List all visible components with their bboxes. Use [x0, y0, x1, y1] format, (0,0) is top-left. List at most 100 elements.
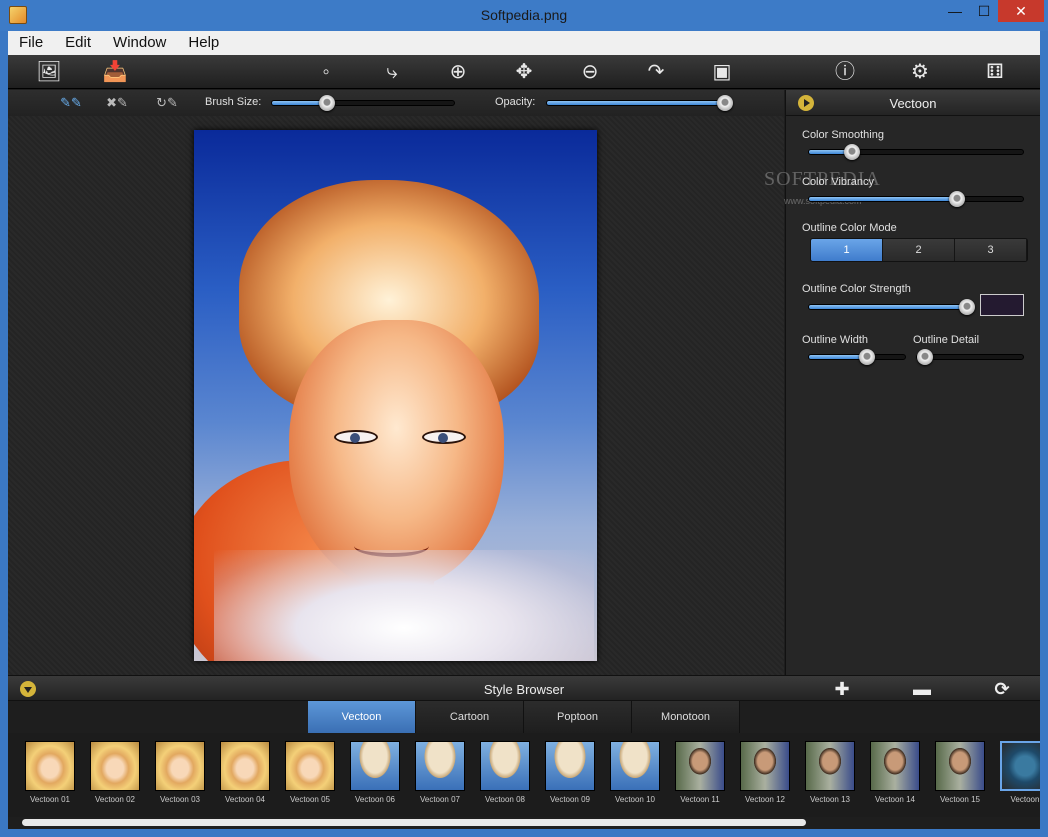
style-thumbnail[interactable]: Vectoon 07	[415, 741, 465, 804]
color-vibrancy-slider[interactable]	[808, 191, 1024, 207]
remove-style-icon[interactable]: ▬	[910, 678, 934, 700]
style-thumbnail[interactable]: Vectoon 03	[155, 741, 205, 804]
outline-color-strength-slider[interactable]	[808, 299, 975, 315]
style-thumbnail[interactable]: Vectoon 13	[805, 741, 855, 804]
panel-header: Vectoon	[786, 90, 1040, 116]
slider-knob[interactable]	[858, 349, 875, 365]
menu-help[interactable]: Help	[177, 31, 230, 55]
menu-file[interactable]: File	[8, 31, 54, 55]
style-thumbnail[interactable]: Vectoon 09	[545, 741, 595, 804]
style-thumbnail[interactable]: Vectoon 14	[870, 741, 920, 804]
opacity-slider[interactable]	[546, 95, 733, 111]
thumbnail-image	[480, 741, 530, 791]
style-thumbnail[interactable]: Vectoon 10	[610, 741, 660, 804]
toolbar: 🖼 📥 ◦ ⤷ ⊕ ✥ ⊖ ↷ ▣ ⓘ ⚙ ⚅	[8, 55, 1040, 89]
style-thumbnail[interactable]: Vectoon 05	[285, 741, 335, 804]
zoom-in-icon[interactable]: ⊕	[443, 59, 473, 85]
window-title: Softpedia.png	[480, 7, 568, 23]
paint-brush-icon[interactable]: ✎✎	[54, 94, 88, 112]
thumbnail-caption: Vectoon 06	[354, 795, 396, 804]
slider-knob[interactable]	[318, 95, 335, 111]
thumbnail-caption: Vectoon 02	[94, 795, 136, 804]
thumbnail-image	[350, 741, 400, 791]
slider-knob[interactable]	[717, 95, 733, 111]
color-smoothing-slider[interactable]	[808, 144, 1024, 160]
photo-preview[interactable]	[194, 130, 597, 661]
style-thumbnail[interactable]: Vectoon 11	[675, 741, 725, 804]
minimize-button[interactable]: —	[940, 0, 970, 22]
outline-mode-3-button[interactable]: 3	[955, 239, 1027, 261]
maximize-button[interactable]: ☐	[970, 0, 998, 22]
fit-image-icon[interactable]: ▣	[707, 59, 737, 85]
open-image-icon[interactable]: 🖼	[34, 59, 64, 85]
style-thumbnail[interactable]: Vectoon 06	[350, 741, 400, 804]
thumbnail-image	[545, 741, 595, 791]
redo-icon[interactable]: ↷	[641, 59, 671, 85]
save-icon[interactable]: 📥	[100, 59, 130, 85]
restore-brush-icon[interactable]: ↻✎	[150, 94, 184, 112]
slider-knob[interactable]	[843, 144, 860, 160]
slider-knob[interactable]	[917, 349, 934, 365]
crop-icon[interactable]: ◦	[311, 59, 341, 85]
move-icon[interactable]: ✥	[509, 59, 539, 85]
thumbnail-image	[935, 741, 985, 791]
thumbnail-caption: Vectoon 09	[549, 795, 591, 804]
style-thumbnail[interactable]: Vectoon	[1000, 741, 1040, 804]
zoom-out-icon[interactable]: ⊖	[575, 59, 605, 85]
erase-brush-icon[interactable]: ✖✎	[100, 94, 134, 112]
image-canvas[interactable]	[8, 116, 784, 675]
menu-window[interactable]: Window	[102, 31, 177, 55]
thumbnail-caption: Vectoon 14	[874, 795, 916, 804]
slider-knob[interactable]	[959, 299, 975, 315]
thumbnail-caption: Vectoon 05	[289, 795, 331, 804]
thumbnail-image	[870, 741, 920, 791]
style-thumbnail[interactable]: Vectoon 08	[480, 741, 530, 804]
slider-knob[interactable]	[948, 191, 965, 207]
tab-monotoon[interactable]: Monotoon	[632, 701, 740, 733]
style-thumbnail[interactable]: Vectoon 01	[25, 741, 75, 804]
app-area: 🖼 📥 ◦ ⤷ ⊕ ✥ ⊖ ↷ ▣ ⓘ ⚙ ⚅ ✎✎ ✖✎ ↻✎ Brush S…	[8, 55, 1040, 829]
style-thumbnail[interactable]: Vectoon 04	[220, 741, 270, 804]
thumbnail-caption: Vectoon 01	[29, 795, 71, 804]
thumbnail-caption: Vectoon 11	[680, 795, 720, 804]
style-thumbnail-strip: Vectoon 01 Vectoon 02 Vectoon 03 Vectoon 04…	[8, 733, 1040, 817]
brush-size-label: Brush Size:	[205, 96, 262, 108]
brush-icon[interactable]: ⤷	[377, 59, 407, 85]
close-button[interactable]: ✕	[998, 0, 1044, 22]
tab-cartoon[interactable]: Cartoon	[416, 701, 524, 733]
thumbnail-caption: Vectoon 13	[809, 795, 851, 804]
outline-color-swatch[interactable]	[980, 294, 1024, 316]
settings-icon[interactable]: ⚙	[905, 59, 935, 85]
tab-poptoon[interactable]: Poptoon	[524, 701, 632, 733]
outline-color-strength-label: Outline Color Strength	[802, 283, 911, 295]
outline-width-slider[interactable]	[808, 349, 906, 365]
add-style-icon[interactable]: ✚	[830, 678, 854, 700]
brush-size-slider[interactable]	[271, 95, 455, 111]
horizontal-scrollbar[interactable]	[22, 819, 806, 826]
style-thumbnail[interactable]: Vectoon 15	[935, 741, 985, 804]
vectoon-settings-panel: Vectoon Color Smoothing SOFTPEDIA www.so…	[764, 90, 1040, 675]
dice-icon[interactable]: ⚅	[980, 59, 1010, 85]
thumbnail-image	[805, 741, 855, 791]
thumbnail-caption: Vectoon 12	[744, 795, 786, 804]
tab-vectoon[interactable]: Vectoon	[308, 701, 416, 733]
style-tabs: Vectoon Cartoon Poptoon Monotoon	[308, 701, 740, 733]
info-icon[interactable]: ⓘ	[830, 59, 860, 85]
outline-detail-slider[interactable]	[916, 349, 1024, 365]
style-browser-title: Style Browser	[483, 682, 565, 697]
color-vibrancy-label: Color Vibrancy	[802, 176, 874, 188]
thumbnail-caption: Vectoon 15	[939, 795, 981, 804]
style-thumbnail[interactable]: Vectoon 02	[90, 741, 140, 804]
brush-bar: ✎✎ ✖✎ ↻✎ Brush Size: Opacity:	[8, 90, 784, 116]
thumbnail-image	[675, 741, 725, 791]
opacity-label: Opacity:	[495, 96, 536, 108]
menu-edit[interactable]: Edit	[54, 31, 102, 55]
refresh-icon[interactable]: ⟳	[990, 678, 1014, 700]
outline-mode-1-button[interactable]: 1	[811, 239, 883, 261]
style-browser-header: Style Browser ✚ ▬ ⟳	[8, 675, 1040, 701]
outline-mode-2-button[interactable]: 2	[883, 239, 955, 261]
thumbnail-image	[740, 741, 790, 791]
thumbnail-caption: Vectoon 04	[224, 795, 266, 804]
style-thumbnail[interactable]: Vectoon 12	[740, 741, 790, 804]
title-bar: Softpedia.png — ☐ ✕	[0, 0, 1048, 31]
